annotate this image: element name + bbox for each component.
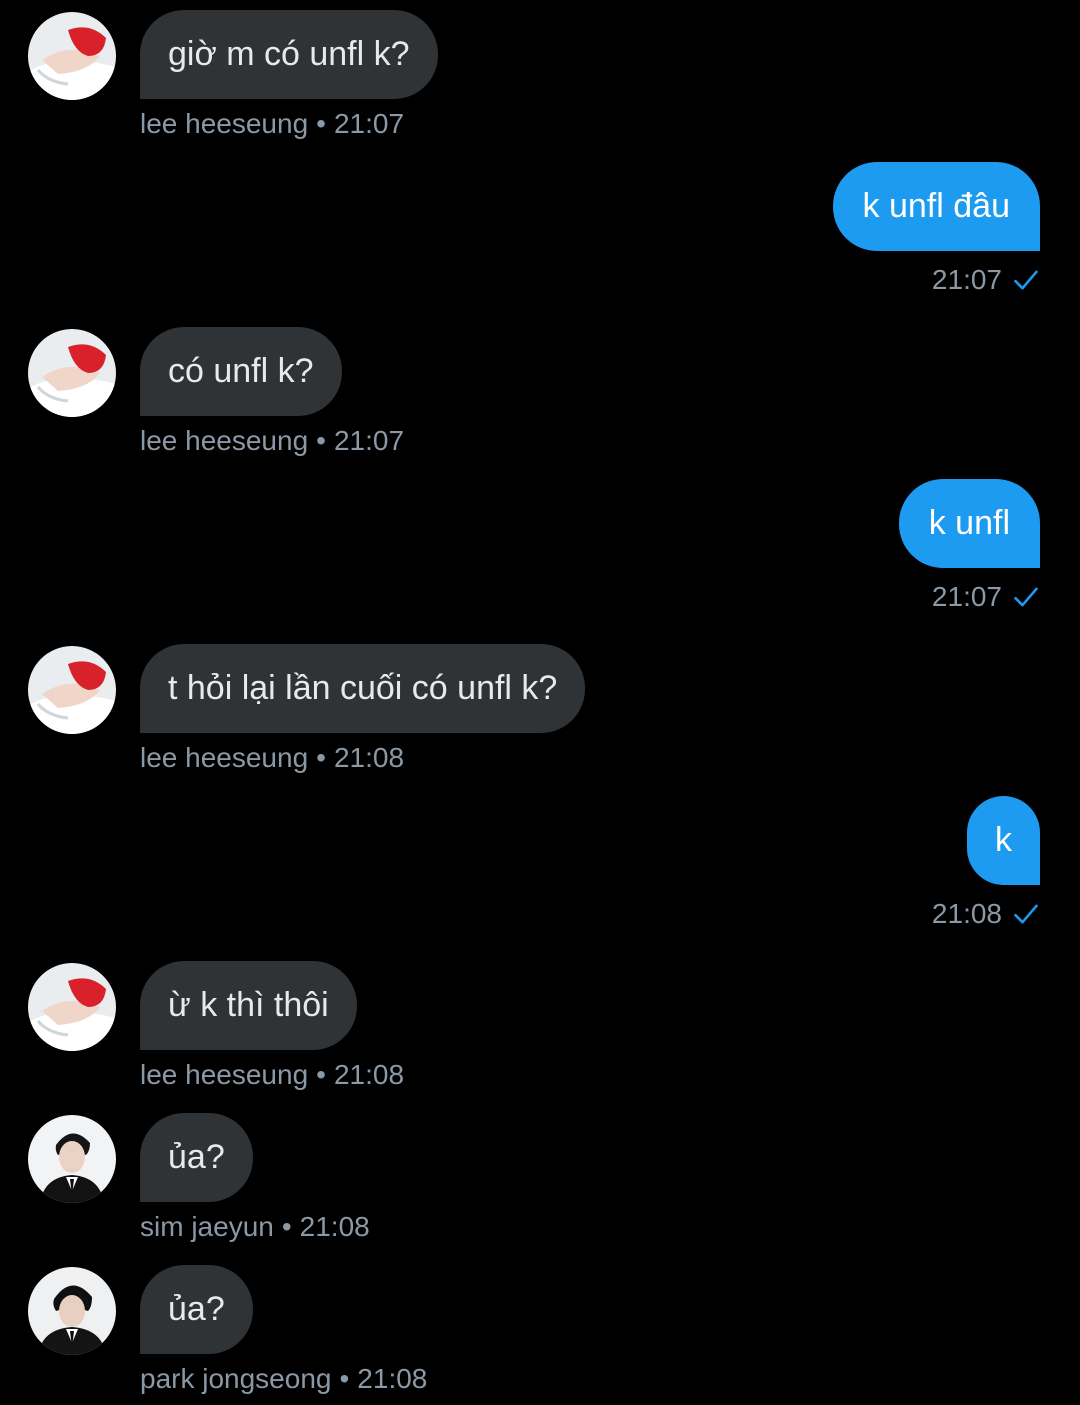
message-meta: lee heeseung • 21:07 <box>140 425 404 457</box>
separator-dot: • <box>316 108 326 139</box>
timestamp: 21:07 <box>931 581 1002 612</box>
timestamp: 21:08 <box>299 1211 370 1242</box>
message-bubble[interactable]: ủa? <box>140 1265 253 1354</box>
message-bubble[interactable]: ủa? <box>140 1113 253 1202</box>
jaeyun-avatar[interactable] <box>28 1115 116 1203</box>
sender-name: lee heeseung <box>140 742 309 773</box>
heeseung-avatar[interactable] <box>28 646 116 734</box>
message-bubble[interactable]: có unfl k? <box>140 327 342 416</box>
separator-dot: • <box>281 1211 292 1242</box>
timestamp: 21:08 <box>357 1363 428 1394</box>
sender-name: park jongseong <box>140 1363 332 1394</box>
timestamp: 21:08 <box>333 742 405 773</box>
timestamp: 21:07 <box>333 425 405 456</box>
heeseung-avatar[interactable] <box>28 12 116 100</box>
heeseung-avatar-image <box>28 963 116 1051</box>
read-check-icon <box>1014 904 1038 924</box>
heeseung-avatar-image <box>28 646 116 734</box>
separator-dot: • <box>316 1059 326 1090</box>
read-check-icon <box>1014 587 1038 607</box>
timestamp: 21:08 <box>333 1059 405 1090</box>
heeseung-avatar[interactable] <box>28 963 116 1051</box>
message-meta: lee heeseung • 21:07 <box>140 108 404 140</box>
message-bubble[interactable]: t hỏi lại lần cuối có unfl k? <box>140 644 586 733</box>
sender-name: lee heeseung <box>140 1059 309 1090</box>
heeseung-avatar-image <box>28 12 116 100</box>
sender-name: lee heeseung <box>140 425 309 456</box>
message-bubble[interactable]: ừ k thì thôi <box>140 961 357 1050</box>
timestamp: 21:08 <box>931 898 1002 929</box>
separator-dot: • <box>339 1363 350 1394</box>
jaeyun-avatar-image <box>28 1115 116 1203</box>
timestamp: 21:07 <box>931 264 1002 295</box>
jongseong-avatar[interactable] <box>28 1267 116 1355</box>
read-check-icon <box>1014 270 1038 290</box>
message-meta: park jongseong • 21:08 <box>140 1363 427 1395</box>
message-bubble[interactable]: k unfl đâu <box>832 162 1040 251</box>
message-meta: lee heeseung • 21:08 <box>140 742 404 774</box>
message-meta: 21:08 <box>932 898 1040 930</box>
heeseung-avatar[interactable] <box>28 329 116 417</box>
separator-dot: • <box>316 742 326 773</box>
message-meta: lee heeseung • 21:08 <box>140 1059 404 1091</box>
message-bubble[interactable]: k <box>967 796 1040 885</box>
timestamp: 21:07 <box>333 108 405 139</box>
separator-dot: • <box>316 425 326 456</box>
message-meta: sim jaeyun • 21:08 <box>140 1211 370 1243</box>
jongseong-avatar-image <box>28 1267 116 1355</box>
message-bubble[interactable]: giờ m có unfl k? <box>140 10 438 99</box>
message-meta: 21:07 <box>932 581 1040 613</box>
message-bubble[interactable]: k unfl <box>898 479 1040 568</box>
message-meta: 21:07 <box>932 264 1040 296</box>
heeseung-avatar-image <box>28 329 116 417</box>
sender-name: lee heeseung <box>140 108 309 139</box>
sender-name: sim jaeyun <box>140 1211 274 1242</box>
